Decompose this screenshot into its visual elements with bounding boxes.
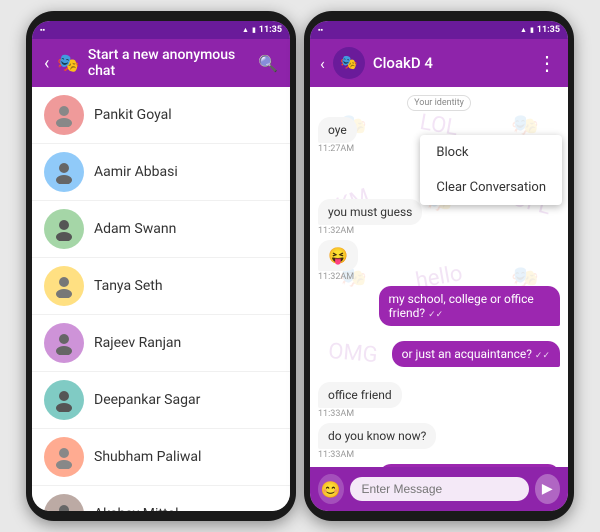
right-status-time: 11:35 <box>537 25 560 35</box>
message-text: my school, college or office friend? <box>389 292 534 320</box>
dropdown-clear-conversation[interactable]: Clear Conversation <box>420 170 562 205</box>
contact-item[interactable]: Tanya Seth <box>32 258 290 315</box>
message-time: 11:33AM <box>318 409 354 419</box>
left-status-bar: ▪▪ ▲ ▮ 11:35 <box>32 21 290 39</box>
message-text: do you know now? <box>328 429 426 443</box>
message-text: 😝 <box>328 246 348 265</box>
tick-icon: ✓✓ <box>535 351 550 361</box>
message-bubble: ahh let me take a wild guess now ✓✓ <box>379 464 561 467</box>
message-bubble: my school, college or office friend? ✓✓ <box>379 286 561 326</box>
identity-badge: Your identity <box>407 95 471 111</box>
message-bubble: do you know now? <box>318 423 436 449</box>
message-bubble: you must guess <box>318 199 422 225</box>
contact-name: Rajeev Ranjan <box>94 335 181 351</box>
header-back-icon[interactable]: ‹ <box>44 53 49 74</box>
contact-item[interactable]: Akshay Mittal <box>32 486 290 511</box>
message-row: do you know now? 11:33AM <box>318 423 560 460</box>
message-row: office friend 11:33AM <box>318 382 560 419</box>
message-bubble: 😝 <box>318 240 358 271</box>
avatar <box>44 380 84 420</box>
contact-item[interactable]: Shubham Paliwal <box>32 429 290 486</box>
left-phone-screen: ▪▪ ▲ ▮ 11:35 ‹ 🎭 Start a new anonymous c… <box>32 21 290 511</box>
search-icon[interactable]: 🔍 <box>258 54 278 73</box>
contact-name: Tanya Seth <box>94 278 163 294</box>
contact-item[interactable]: Rajeev Ranjan <box>32 315 290 372</box>
contact-name: Deepankar Sagar <box>94 392 200 408</box>
contacts-header-title: Start a new anonymous chat <box>88 47 250 79</box>
chat-area: 🎭 LOL 🎭 KM 🎭 ROFL 🎭 hello 🎭 OMG 🎭 lol Yo… <box>310 87 568 467</box>
contact-item[interactable]: Aamir Abbasi <box>32 144 290 201</box>
dropdown-menu: Block Clear Conversation <box>420 135 562 205</box>
contacts-header: ‹ 🎭 Start a new anonymous chat 🔍 <box>32 39 290 87</box>
left-phone: ▪▪ ▲ ▮ 11:35 ‹ 🎭 Start a new anonymous c… <box>26 11 296 521</box>
avatar <box>44 494 84 511</box>
message-time: 11:32AM <box>524 368 560 378</box>
chat-avatar: 🎭 <box>333 47 365 79</box>
right-status-bar: ▪▪ ▲ ▮ 11:35 <box>310 21 568 39</box>
header-mask-icon: 🎭 <box>57 53 79 74</box>
contact-name: Aamir Abbasi <box>94 164 178 180</box>
send-button[interactable]: ▶ <box>535 474 561 504</box>
chat-header: ‹ 🎭 CloakD 4 ⋮ <box>310 39 568 87</box>
right-wifi-icon: ▲ <box>520 26 527 34</box>
message-text: office friend <box>328 388 392 402</box>
contact-name: Adam Swann <box>94 221 176 237</box>
message-text: oye <box>328 123 347 137</box>
message-row: 😝 11:32AM <box>318 240 560 282</box>
message-row: ahh let me take a wild guess now ✓✓ 11:3… <box>318 464 560 467</box>
avatar <box>44 95 84 135</box>
left-battery-icon: ▮ <box>252 26 256 34</box>
avatar <box>44 266 84 306</box>
message-text: or just an acquaintance? <box>402 347 532 361</box>
message-input[interactable] <box>350 477 529 501</box>
contact-item[interactable]: Deepankar Sagar <box>32 372 290 429</box>
left-wifi-icon: ▲ <box>242 26 249 34</box>
chat-back-icon[interactable]: ‹ <box>320 54 325 73</box>
tick-icon: ✓✓ <box>428 310 443 320</box>
message-bubble: office friend <box>318 382 402 408</box>
right-battery-icon: ▮ <box>530 26 534 34</box>
phones-container: ▪▪ ▲ ▮ 11:35 ‹ 🎭 Start a new anonymous c… <box>26 11 574 521</box>
right-phone: ▪▪ ▲ ▮ 11:35 ‹ 🎭 CloakD 4 ⋮ <box>304 11 574 521</box>
message-time: 11:32AM <box>524 327 560 337</box>
message-time: 11:32AM <box>318 272 354 282</box>
message-text: you must guess <box>328 205 412 219</box>
avatar <box>44 152 84 192</box>
more-options-icon[interactable]: ⋮ <box>537 51 558 75</box>
dropdown-block[interactable]: Block <box>420 135 562 170</box>
message-time: 11:27AM <box>318 144 354 154</box>
chat-title: CloakD 4 <box>373 54 529 72</box>
left-status-time: 11:35 <box>259 25 282 35</box>
left-signal-icon: ▪▪ <box>40 26 45 34</box>
avatar <box>44 437 84 477</box>
message-time: 11:33AM <box>318 450 354 460</box>
contact-name: Akshay Mittal <box>94 506 179 511</box>
avatar <box>44 209 84 249</box>
contact-name: Shubham Paliwal <box>94 449 201 465</box>
chat-input-bar: 😊 ▶ <box>310 467 568 511</box>
contact-item[interactable]: Adam Swann <box>32 201 290 258</box>
message-bubble: oye <box>318 117 357 143</box>
contact-name: Pankit Goyal <box>94 107 172 123</box>
contacts-list: Pankit Goyal Aamir Abbasi Adam Swann <box>32 87 290 511</box>
right-phone-screen: ▪▪ ▲ ▮ 11:35 ‹ 🎭 CloakD 4 ⋮ <box>310 21 568 511</box>
right-signal-icon: ▪▪ <box>318 26 323 34</box>
message-time: 11:32AM <box>318 226 354 236</box>
message-row: or just an acquaintance? ✓✓ 11:32AM <box>318 341 560 378</box>
contact-item[interactable]: Pankit Goyal <box>32 87 290 144</box>
emoji-button[interactable]: 😊 <box>318 474 344 504</box>
avatar <box>44 323 84 363</box>
message-row: my school, college or office friend? ✓✓ … <box>318 286 560 337</box>
message-bubble: or just an acquaintance? ✓✓ <box>392 341 560 367</box>
